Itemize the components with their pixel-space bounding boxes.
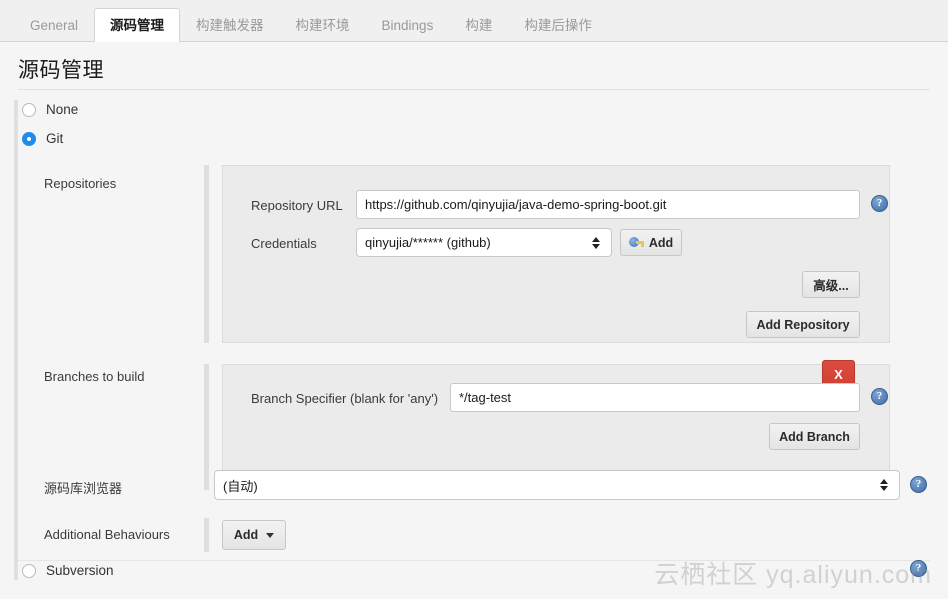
select-updown-arrows-icon xyxy=(592,235,601,251)
add-credentials-label: Add xyxy=(648,235,674,250)
key-icon xyxy=(628,237,644,248)
radio-row-subversion[interactable]: Subversion xyxy=(22,563,114,578)
behaviours-panel-rail xyxy=(204,518,209,552)
config-tab-bar: General 源码管理 构建触发器 构建环境 Bindings 构建 构建后操… xyxy=(0,0,948,42)
repository-browser-value: (自动) xyxy=(223,478,258,494)
repositories-label: Repositories xyxy=(44,176,117,191)
repository-url-help-icon[interactable]: ? xyxy=(871,195,888,212)
tab-build-environment[interactable]: 构建环境 xyxy=(280,8,366,42)
radio-none-label: None xyxy=(46,102,79,117)
tab-bindings[interactable]: Bindings xyxy=(366,8,450,42)
scm-section-rail xyxy=(14,100,18,580)
additional-behaviours-label: Additional Behaviours xyxy=(44,527,170,542)
branch-specifier-input[interactable] xyxy=(450,383,860,412)
branch-specifier-label: Branch Specifier (blank for 'any') xyxy=(251,391,439,406)
add-behaviour-label: Add xyxy=(233,528,259,542)
repository-browser-help-icon[interactable]: ? xyxy=(910,476,927,493)
tab-general[interactable]: General xyxy=(14,8,94,42)
tab-build-triggers[interactable]: 构建触发器 xyxy=(180,8,280,42)
radio-subversion-icon[interactable] xyxy=(22,563,36,578)
behaviours-divider xyxy=(18,560,930,561)
credentials-label: Credentials xyxy=(251,236,317,251)
add-repository-button[interactable]: Add Repository xyxy=(746,311,860,338)
title-divider xyxy=(18,89,930,90)
add-behaviour-button[interactable]: Add xyxy=(222,520,286,550)
jenkins-job-config-page: General 源码管理 构建触发器 构建环境 Bindings 构建 构建后操… xyxy=(0,0,948,599)
chevron-down-icon xyxy=(266,532,275,538)
tab-build[interactable]: 构建 xyxy=(449,8,508,42)
config-page-body: 源码管理 None Git Repositories Repository UR… xyxy=(0,42,948,599)
branch-specifier-help-icon[interactable]: ? xyxy=(871,388,888,405)
branches-panel-rail xyxy=(204,364,209,490)
radio-git-icon[interactable] xyxy=(22,131,36,146)
browser-select-updown-arrows-icon xyxy=(880,477,889,493)
repositories-panel-rail xyxy=(204,165,209,343)
branches-to-build-label: Branches to build xyxy=(44,369,145,384)
radio-none-icon[interactable] xyxy=(22,102,36,117)
advanced-button[interactable]: 高级... xyxy=(802,271,860,298)
repository-url-label: Repository URL xyxy=(251,198,343,213)
add-credentials-button[interactable]: Add xyxy=(620,229,682,256)
page-title: 源码管理 xyxy=(18,59,104,82)
subversion-help-icon[interactable]: ? xyxy=(910,560,927,577)
add-branch-button[interactable]: Add Branch xyxy=(769,423,860,450)
tab-source-code-management[interactable]: 源码管理 xyxy=(94,8,181,42)
radio-row-none[interactable]: None xyxy=(22,102,78,117)
radio-row-git[interactable]: Git xyxy=(22,131,63,146)
credentials-select[interactable]: qinyujia/****** (github) xyxy=(356,228,612,257)
credentials-select-value: qinyujia/****** (github) xyxy=(365,235,491,250)
repository-browser-select[interactable]: (自动) xyxy=(214,470,900,500)
radio-git-label: Git xyxy=(46,131,64,146)
repository-browser-label: 源码库浏览器 xyxy=(44,481,123,496)
repository-url-input[interactable] xyxy=(356,190,860,219)
radio-subversion-label: Subversion xyxy=(46,563,114,578)
tab-post-build-actions[interactable]: 构建后操作 xyxy=(508,8,608,42)
